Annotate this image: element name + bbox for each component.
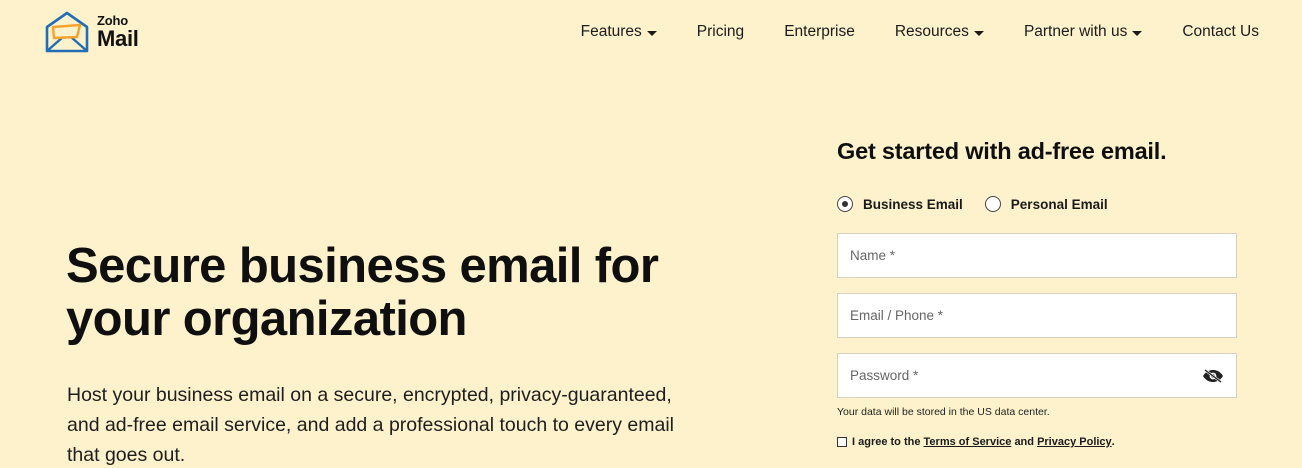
nav-resources-label: Resources [894, 23, 969, 40]
agree-prefix: I agree to the [852, 436, 921, 448]
password-field[interactable] [837, 353, 1237, 398]
radio-checked-icon[interactable] [837, 196, 853, 212]
logo-mail-text: Mail [97, 26, 139, 51]
nav-features-label: Features [580, 23, 642, 40]
page: Zoho Mail Features Pricing Enterprise Re… [0, 0, 1302, 468]
hero-description: Host your business email on a secure, en… [67, 384, 675, 466]
data-center-note: Your data will be stored in the US data … [837, 406, 1050, 418]
radio-business-email[interactable]: Business Email [837, 196, 963, 212]
nav-contact-label: Contact Us [1182, 23, 1259, 40]
nav-contact[interactable]: Contact Us [1182, 23, 1259, 41]
privacy-policy-link[interactable]: Privacy Policy [1037, 436, 1112, 448]
nav-pricing-label: Pricing [696, 23, 745, 40]
radio-unchecked-icon[interactable] [984, 196, 1001, 212]
radio-personal-email[interactable]: Personal Email [984, 196, 1108, 212]
signup-form: Get started with ad-free email. Business… [837, 136, 1237, 448]
zoho-mail-logo[interactable]: Zoho Mail [44, 10, 154, 54]
zoho-mail-envelope-icon [44, 10, 90, 54]
nav-partner-label: Partner with us [1023, 23, 1128, 40]
agree-connector: and [1014, 436, 1034, 448]
nav-partner[interactable]: Partner with us [1023, 23, 1143, 41]
caret-down-icon [973, 30, 984, 36]
nav-enterprise-label: Enterprise [784, 23, 855, 40]
hero-title: Secure business email for your organizat… [66, 239, 659, 346]
caret-down-icon [646, 30, 657, 36]
agree-suffix: . [1111, 436, 1115, 448]
name-field[interactable] [837, 233, 1237, 278]
signup-title: Get started with ad-free email. [837, 138, 1167, 164]
nav-pricing[interactable]: Pricing [697, 23, 744, 41]
password-input[interactable] [850, 368, 1202, 383]
nav-enterprise[interactable]: Enterprise [784, 23, 855, 41]
email-phone-input[interactable] [850, 308, 1224, 323]
terms-of-service-link[interactable]: Terms of Service [924, 436, 1012, 448]
email-phone-field[interactable] [837, 293, 1237, 338]
account-type-group: Business Email Personal Email [837, 196, 1108, 212]
nav-features[interactable]: Features [581, 23, 657, 41]
agree-checkbox[interactable] [837, 437, 847, 447]
top-nav: Features Pricing Enterprise Resources Pa… [581, 22, 1259, 42]
caret-down-icon [1132, 30, 1143, 36]
nav-resources[interactable]: Resources [895, 23, 984, 41]
radio-business-email-label: Business Email [863, 196, 963, 212]
terms-agreement: I agree to the Terms of Service and Priv… [837, 436, 1115, 448]
eye-slash-icon[interactable] [1202, 368, 1224, 383]
radio-personal-email-label: Personal Email [1010, 196, 1108, 212]
name-input[interactable] [850, 248, 1224, 263]
